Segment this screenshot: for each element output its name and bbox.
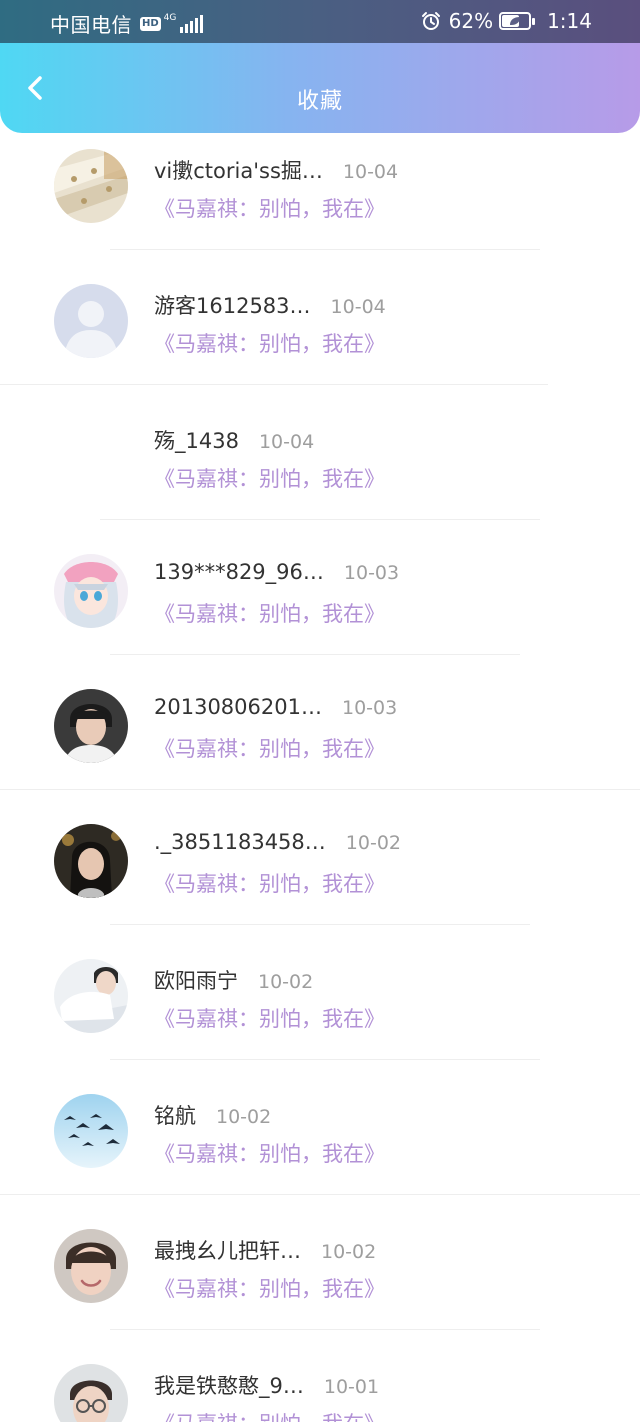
item-header: 20130806201… 10-03 <box>154 695 397 719</box>
avatar[interactable] <box>54 1094 128 1168</box>
username[interactable]: ._3851183458… <box>154 830 326 854</box>
story-title[interactable]: 《马嘉祺：别怕，我在》 <box>154 193 385 223</box>
avatar[interactable] <box>54 1229 128 1303</box>
favorites-list: vi擻ctoria'ss掘… 10-04 《马嘉祺：别怕，我在》 游客16125… <box>0 115 640 1422</box>
avatar[interactable] <box>54 554 128 628</box>
item-header: 殇_1438 10-04 <box>154 425 314 455</box>
username[interactable]: 20130806201… <box>154 695 322 719</box>
list-item[interactable]: 最拽幺儿把轩… 10-02 《马嘉祺：别怕，我在》 <box>0 1195 640 1330</box>
battery-percent: 62% <box>448 9 494 33</box>
avatar[interactable] <box>54 824 128 898</box>
carrier-name: 中国电信 <box>50 13 132 37</box>
item-header: 我是铁憨憨_9… 10-01 <box>154 1370 379 1400</box>
list-item[interactable]: 欧阳雨宁 10-02 《马嘉祺：别怕，我在》 <box>0 925 640 1060</box>
leaf-icon <box>510 17 521 25</box>
list-item[interactable]: 殇_1438 10-04 《马嘉祺：别怕，我在》 <box>0 385 640 520</box>
list-item[interactable]: 游客1612583… 10-04 《马嘉祺：别怕，我在》 <box>0 250 640 385</box>
status-bar: 中国电信 HD 4G 62% 1:14 <box>0 0 640 43</box>
date: 10-04 <box>342 161 399 183</box>
story-title[interactable]: 《马嘉祺：别怕，我在》 <box>154 868 385 898</box>
clock: 1:14 <box>547 9 592 33</box>
status-bar-right: 62% 1:14 <box>421 9 592 33</box>
username[interactable]: 我是铁憨憨_9… <box>154 1370 304 1400</box>
date: 10-01 <box>323 1376 380 1398</box>
list-item[interactable]: 我是铁憨憨_9… 10-01 《马嘉祺：别怕，我在》 <box>0 1330 640 1422</box>
list-item[interactable]: ._3851183458… 10-02 《马嘉祺：别怕，我在》 <box>0 790 640 925</box>
list-item[interactable]: 139***829_96… 10-03 《马嘉祺：别怕，我在》 <box>0 520 640 655</box>
page-title: 收藏 <box>296 89 343 114</box>
item-header: vi擻ctoria'ss掘… 10-04 <box>154 155 398 185</box>
item-header: 欧阳雨宁 10-02 <box>154 965 313 995</box>
battery-icon <box>499 12 536 30</box>
date: 10-04 <box>258 431 315 453</box>
story-title[interactable]: 《马嘉祺：别怕，我在》 <box>154 598 385 628</box>
story-title[interactable]: 《马嘉祺：别怕，我在》 <box>154 1138 385 1168</box>
story-title[interactable]: 《马嘉祺：别怕，我在》 <box>154 1273 385 1303</box>
date: 10-03 <box>343 562 400 584</box>
status-bar-left: 中国电信 HD 4G <box>50 9 204 38</box>
username[interactable]: 殇_1438 <box>154 425 239 455</box>
nav-bar: 收藏 <box>0 43 640 133</box>
avatar[interactable] <box>54 149 128 223</box>
item-header: 游客1612583… 10-04 <box>154 290 386 320</box>
date: 10-02 <box>321 1241 377 1263</box>
username[interactable]: 最拽幺儿把轩… <box>154 1235 301 1265</box>
username[interactable]: 139***829_96… <box>154 560 324 584</box>
date: 10-02 <box>216 1106 272 1128</box>
list-item[interactable]: vi擻ctoria'ss掘… 10-04 《马嘉祺：别怕，我在》 <box>0 115 640 250</box>
date: 10-02 <box>258 971 314 993</box>
username[interactable]: 欧阳雨宁 <box>154 965 238 995</box>
list-item[interactable]: 铭航 10-02 《马嘉祺：别怕，我在》 <box>0 1060 640 1195</box>
username[interactable]: 游客1612583… <box>154 290 311 320</box>
header: 中国电信 HD 4G 62% 1:14 收藏 <box>0 0 640 133</box>
item-header: ._3851183458… 10-02 <box>154 830 401 854</box>
alarm-icon <box>421 12 440 30</box>
item-header: 139***829_96… 10-03 <box>154 560 399 584</box>
story-title[interactable]: 《马嘉祺：别怕，我在》 <box>154 1003 385 1033</box>
list-item[interactable]: 20130806201… 10-03 《马嘉祺：别怕，我在》 <box>0 655 640 790</box>
favorites-screen: 中国电信 HD 4G 62% 1:14 收藏 vi擻ctoria'ss掘… 10… <box>0 0 640 1422</box>
username[interactable]: 铭航 <box>154 1100 196 1130</box>
hd-badge: HD <box>140 16 161 31</box>
story-title[interactable]: 《马嘉祺：别怕，我在》 <box>154 463 385 493</box>
avatar[interactable] <box>54 284 128 358</box>
story-title[interactable]: 《马嘉祺：别怕，我在》 <box>154 733 385 763</box>
network-type: 4G <box>163 13 177 23</box>
story-title[interactable]: 《马嘉祺：别怕，我在》 <box>154 1408 385 1422</box>
username[interactable]: vi擻ctoria'ss掘… <box>154 155 323 185</box>
signal-icon <box>178 14 204 33</box>
avatar[interactable] <box>54 1364 128 1422</box>
date: 10-03 <box>341 697 398 719</box>
item-header: 最拽幺儿把轩… 10-02 <box>154 1235 376 1265</box>
date: 10-02 <box>345 832 402 854</box>
avatar[interactable] <box>54 959 128 1033</box>
avatar[interactable] <box>54 689 128 763</box>
story-title[interactable]: 《马嘉祺：别怕，我在》 <box>154 328 385 358</box>
item-header: 铭航 10-02 <box>154 1100 271 1130</box>
date: 10-04 <box>330 296 386 318</box>
